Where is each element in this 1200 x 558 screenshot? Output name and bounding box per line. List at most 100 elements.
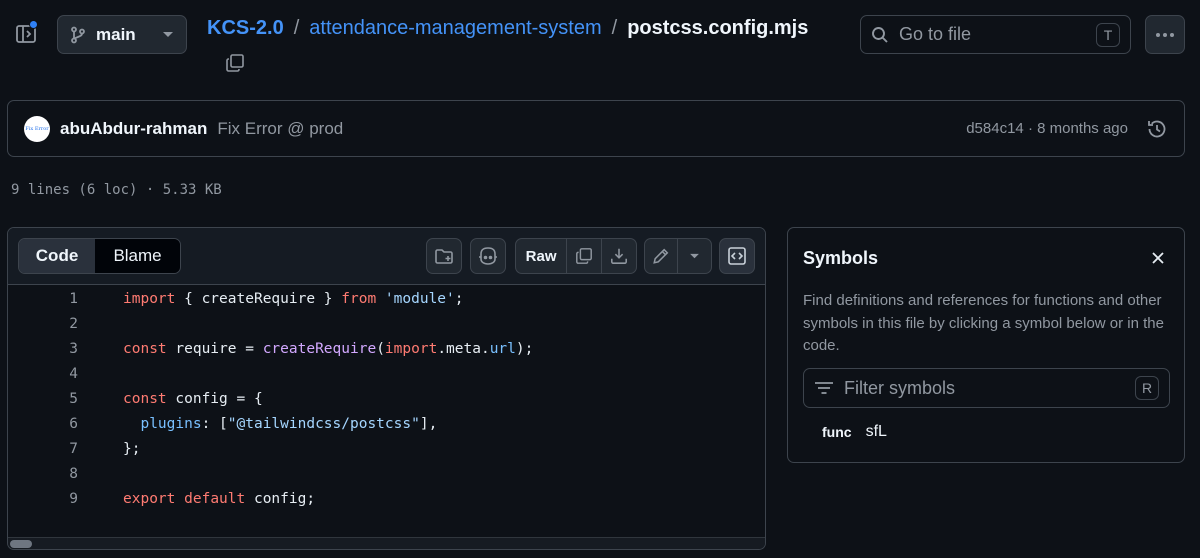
code-line[interactable]: 7 }; [8,436,765,461]
code-token: import [123,290,176,307]
code-lines: 1 import { createRequire } from 'module'… [8,286,765,511]
symbols-toggle-button[interactable] [719,238,755,274]
line-number[interactable]: 3 [8,341,78,357]
more-options-button[interactable] [1145,15,1185,54]
breadcrumb-separator: / [293,17,300,39]
code-token: { createRequire } [175,290,342,307]
notification-dot [29,20,38,29]
code-token: from [341,290,377,307]
code-toolbar: Code Blame Raw [8,228,765,285]
line-number[interactable]: 6 [8,416,78,432]
line-number[interactable]: 8 [8,466,78,482]
chevron-down-icon [690,253,699,258]
scrollbar-thumb[interactable] [10,540,32,548]
raw-button[interactable]: Raw [516,239,568,273]
code-token: const [123,390,167,407]
symbol-kind: func [822,424,852,440]
breadcrumb-owner-link[interactable]: KCS-2.0 [207,17,284,40]
code-token: default [184,490,246,507]
code-line[interactable]: 6 plugins: ["@tailwindcss/postcss"], [8,411,765,436]
code-token: plugins [140,415,202,432]
code-line[interactable]: 5 const config = { [8,386,765,411]
sidebar-toggle-button[interactable] [8,16,44,52]
filter-placeholder: Filter symbols [844,377,956,398]
tab-blame[interactable]: Blame [95,239,180,273]
filter-shortcut-key: R [1135,376,1159,400]
line-number[interactable]: 1 [8,291,78,307]
line-number[interactable]: 7 [8,441,78,457]
line-number[interactable]: 5 [8,391,78,407]
code-line[interactable]: 2 [8,311,765,336]
commit-message-link[interactable]: Fix Error @ prod [217,119,343,139]
branch-selector-button[interactable]: main [57,15,187,54]
download-button[interactable] [602,239,636,273]
symbols-panel: Symbols Find definitions and references … [787,227,1185,463]
code-panel: Code Blame Raw 1 import {createRequire … [7,227,766,550]
edit-options-dropdown[interactable] [678,239,711,273]
copy-raw-button[interactable] [567,239,602,273]
code-token: createRequire [262,340,377,357]
symbols-code-icon [728,247,746,265]
breadcrumb: KCS-2.0 / attendance-management-system /… [207,17,808,40]
copilot-button[interactable] [470,238,506,274]
close-symbols-button[interactable] [1146,246,1170,270]
code-token: }; [123,440,141,457]
breadcrumb-repo-link[interactable]: attendance-management-system [309,17,601,40]
code-line[interactable]: 1 import { createRequire } from 'module'… [8,286,765,311]
symbols-title: Symbols [803,248,879,268]
code-line[interactable]: 8 [8,461,765,486]
code-token: import [384,340,438,357]
copy-icon [226,54,244,72]
history-button[interactable] [1146,118,1168,140]
code-token: const [123,340,167,357]
filter-symbols-input[interactable]: Filter symbols R [803,368,1170,408]
pencil-icon [653,248,669,264]
file-plus-icon [435,249,453,264]
symbol-name: sfL [865,423,887,440]
add-file-button[interactable] [426,238,462,274]
code-token: ; [454,290,464,307]
edit-file-button[interactable] [645,239,679,273]
file-info: 9 lines (6 loc) · 5.33 KB [11,182,222,198]
search-icon [872,26,888,43]
code-token: require = [166,340,263,357]
code-token: config; [245,490,316,507]
history-icon [1148,120,1166,137]
copilot-icon [479,247,497,265]
latest-commit-box: Fix Error abuAbdur-rahman Fix Error @ pr… [7,100,1185,157]
symbol-item[interactable]: func sfL [822,423,887,441]
line-number[interactable]: 2 [8,316,78,332]
code-line[interactable]: 4 [8,361,765,386]
branch-name: main [96,24,136,44]
code-token: : [ [201,415,228,432]
code-token: url [489,340,516,357]
copy-path-button[interactable] [222,50,248,76]
code-token: ); [515,340,534,357]
edit-actions-group [644,238,712,274]
code-token: export [123,490,176,507]
filter-icon [815,382,833,394]
code-token: config = { [166,390,263,407]
line-number[interactable]: 4 [8,366,78,382]
horizontal-scrollbar[interactable] [8,537,765,549]
download-icon [610,248,627,264]
line-number[interactable]: 9 [8,491,78,507]
symbols-description: Find definitions and references for func… [803,292,1164,354]
view-mode-toggle: Code Blame [18,238,181,274]
code-line[interactable]: 9 export default config; [8,486,765,511]
git-branch-icon [71,26,85,43]
go-to-file-input[interactable]: Go to file T [860,15,1131,54]
avatar[interactable]: Fix Error [24,115,50,142]
commit-meta[interactable]: d584c14 · 8 months ago [966,120,1128,137]
commit-author-link[interactable]: abuAbdur-rahman [60,119,207,139]
tab-code[interactable]: Code [19,239,96,273]
code-token: .meta. [437,340,490,357]
code-token: 'module' [384,290,455,307]
copy-icon [575,248,592,264]
chevron-down-icon [163,31,173,37]
code-token: "@tailwindcss/postcss" [227,415,420,432]
code-line[interactable]: 3 const require = createRequire(import.m… [8,336,765,361]
search-placeholder: Go to file [899,24,972,44]
